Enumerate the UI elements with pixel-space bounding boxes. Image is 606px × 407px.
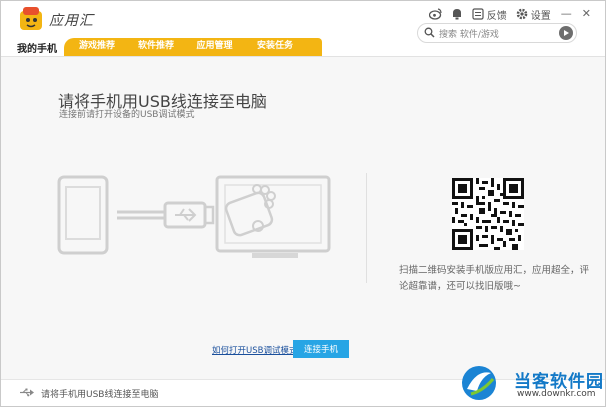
app-window: 应用汇 反馈 设置 — ✕ 搜索 软件/游戏 我的手机 游戏推荐 软件推荐 应用… xyxy=(0,0,606,407)
phone-icon xyxy=(57,175,109,255)
connect-phone-button[interactable]: 连接手机 xyxy=(293,340,349,358)
monitor-icon xyxy=(215,175,331,258)
main-content: 请将手机用USB线连接至电脑 连接前请打开设备的USB调试模式 扫描二维码安装手… xyxy=(1,56,605,379)
gear-icon[interactable] xyxy=(516,8,528,20)
feedback-label[interactable]: 反馈 xyxy=(487,7,507,22)
watermark-url: www.downkr.com xyxy=(517,389,596,399)
tab-install-tasks[interactable]: 安装任务 xyxy=(247,38,309,55)
tab-software-recommend[interactable]: 软件推荐 xyxy=(130,38,188,55)
close-button[interactable]: ✕ xyxy=(582,8,591,20)
status-text: 请将手机用USB线连接至电脑 xyxy=(41,390,159,400)
tab-game-recommend[interactable]: 游戏推荐 xyxy=(69,38,131,55)
feedback-icon[interactable] xyxy=(472,8,484,20)
bell-icon[interactable] xyxy=(451,8,463,20)
tab-app-manage[interactable]: 应用管理 xyxy=(187,38,248,55)
usb-icon xyxy=(20,388,34,397)
title-bar: 应用汇 反馈 设置 — ✕ 搜索 软件/游戏 我的手机 游戏推荐 软件推荐 应用… xyxy=(1,1,605,56)
page-subtitle: 连接前请打开设备的USB调试模式 xyxy=(59,110,195,120)
weibo-icon[interactable] xyxy=(428,8,442,20)
minimize-button[interactable]: — xyxy=(561,8,572,20)
titlebar-controls: 反馈 设置 — ✕ xyxy=(420,6,591,22)
qr-code xyxy=(452,178,524,250)
section-divider xyxy=(366,173,367,283)
usb-debug-help-link[interactable]: 如何打开USB调试模式？ xyxy=(212,344,306,356)
tab-my-phone[interactable]: 我的手机 xyxy=(17,40,57,55)
tab-bar: 我的手机 游戏推荐 软件推荐 应用管理 安装任务 xyxy=(1,36,605,56)
qr-description: 扫描二维码安装手机版应用汇，应用超全，评论超靠谱，还可以找旧版哦~ xyxy=(399,265,590,292)
settings-label[interactable]: 设置 xyxy=(531,7,551,22)
usb-connect-illustration xyxy=(57,175,331,258)
app-title: 应用汇 xyxy=(49,13,94,29)
app-logo-icon xyxy=(20,7,42,30)
usb-cable-icon xyxy=(117,201,215,229)
